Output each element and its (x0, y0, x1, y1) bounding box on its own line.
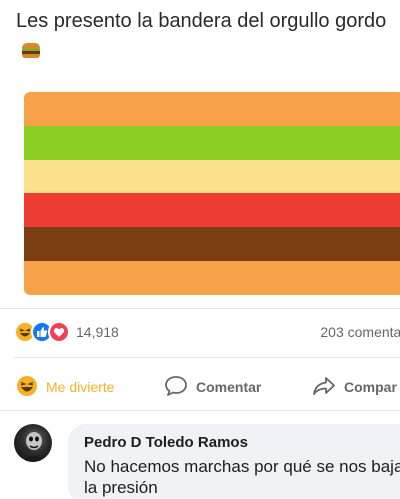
post-text: Les presento la bandera del orgullo gord… (16, 10, 387, 32)
reactions-summary[interactable]: 14,918 (14, 321, 119, 343)
share-button[interactable]: Compar (312, 372, 397, 402)
share-button-label: Compar (344, 379, 397, 395)
post-actions-bar: Me divierte Comentar Compar (0, 372, 400, 402)
flag-stripe-lettuce (24, 125, 400, 160)
flag-stripe-patty (24, 227, 400, 262)
flag-stripe-bun-top (24, 92, 400, 126)
comment-button-label: Comentar (196, 379, 262, 395)
reaction-button[interactable]: Me divierte (16, 372, 114, 402)
divider (0, 308, 400, 309)
haha-reaction-icon (16, 375, 38, 400)
comment-button[interactable]: Comentar (164, 372, 261, 402)
comment-icon (164, 375, 188, 400)
fat-pride-flag-image[interactable] (24, 92, 400, 295)
comment-text: No hacemos marchas por qué se nos baja l… (84, 457, 400, 497)
avatar[interactable] (14, 424, 52, 462)
divider (14, 357, 400, 358)
reaction-count: 14,918 (76, 324, 119, 340)
post-text-container: Les presento la bandera del orgullo gord… (16, 6, 394, 66)
flag-stripe-cheese (24, 159, 400, 194)
hamburger-emoji-icon (22, 43, 40, 58)
flag-stripe-tomato (24, 193, 400, 228)
divider (0, 410, 400, 411)
facebook-post: Les presento la bandera del orgullo gord… (0, 0, 400, 499)
reaction-button-label: Me divierte (46, 379, 115, 395)
flag-stripe-bun-bottom (24, 261, 400, 295)
comment-author[interactable]: Pedro D Toledo Ramos (84, 434, 248, 451)
comment-count[interactable]: 203 comentar (320, 324, 400, 340)
share-arrow-icon (312, 375, 336, 400)
comment-bubble: Pedro D Toledo Ramos No hacemos marchas … (68, 424, 400, 499)
love-icon (48, 321, 70, 343)
